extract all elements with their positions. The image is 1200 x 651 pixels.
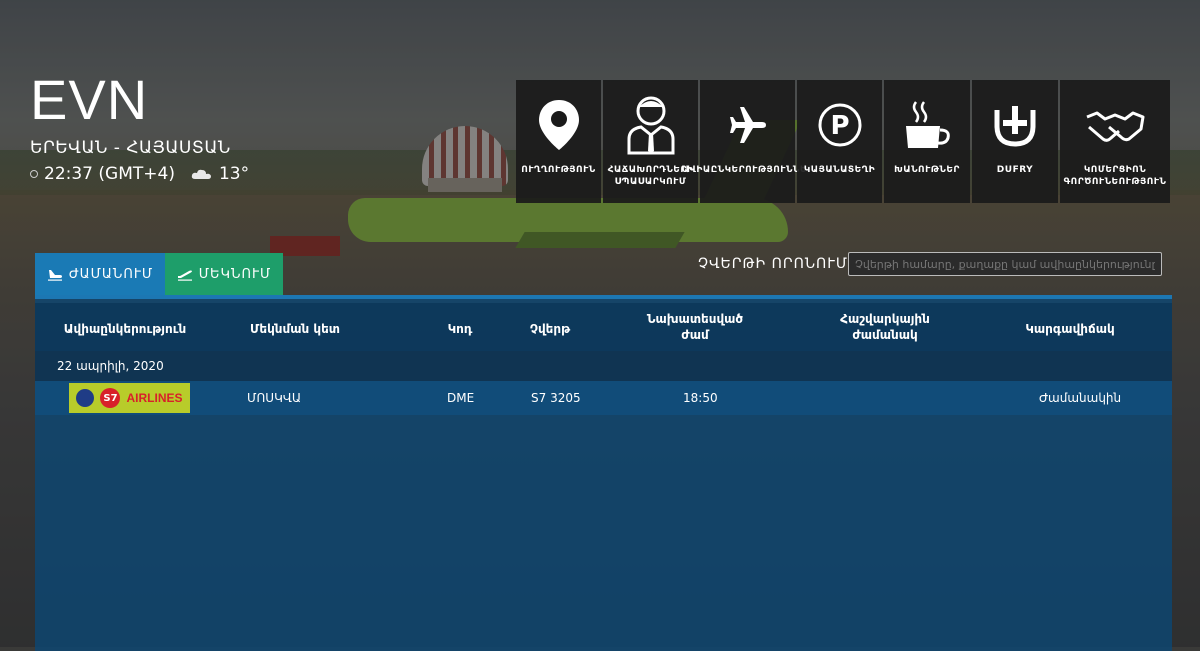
departure-plane-icon	[177, 270, 192, 281]
col-estimated: Հաշվարկային ժամանակ	[840, 312, 930, 342]
flight-search-label: ՉՎԵՐԹԻ ՈՐՈՆՈՒՄ	[698, 256, 848, 272]
tab-departures[interactable]: ՄԵԿՆՈՒՄ	[165, 253, 283, 295]
local-time-weather: 22:37 (GMT+4) 13°	[30, 164, 249, 184]
svg-text:P: P	[830, 111, 849, 141]
local-time: 22:37 (GMT+4)	[44, 164, 175, 184]
flight-search-input[interactable]	[848, 252, 1162, 276]
row-scheduled: 18:50	[683, 391, 718, 405]
table-row[interactable]: S7 AIRLINES ՄՈՍԿՎԱ DME S7 3205 18:50 Ժամ…	[35, 381, 1172, 415]
oneworld-logo-icon	[76, 389, 95, 407]
service-airlines[interactable]: ԱՎԻԱԸՆԿԵՐՈՒԹՅՈՒՆՆԵՐ	[682, 80, 813, 203]
date-group-header: 22 ապրիլի, 2020	[35, 351, 1172, 381]
col-airline: Ավիաընկերություն	[63, 322, 187, 336]
flight-date: 22 ապրիլի, 2020	[57, 359, 164, 373]
cloud-icon	[191, 169, 211, 179]
s7-wordmark: AIRLINES	[126, 391, 183, 405]
airport-code: EVN	[30, 68, 149, 131]
tab-departures-label: ՄԵԿՆՈՒՄ	[198, 266, 272, 282]
service-menu: ՈՒՂՂՈՒԹՅՈՒՆ ՀԱՃԱԽՈՐԴՆԵՐԻ ՍՊԱՍԱՐԿՈՒՄ ԱՎԻԱ…	[516, 80, 1170, 203]
service-parking[interactable]: P ԿԱՅԱՆԱՏԵՂԻ	[797, 80, 882, 203]
row-origin: ՄՈՍԿՎԱ	[247, 391, 302, 405]
dufry-icon	[992, 94, 1038, 156]
s7-airlines-logo: S7 AIRLINES	[69, 383, 190, 413]
tab-arrivals-label: ԺԱՄԱՆՈՒՄ	[68, 266, 154, 282]
airport-header: EVN ԵՐԵՎԱՆ - ՀԱՅԱՍՏԱՆ 22:37 (GMT+4) 13°	[30, 72, 249, 184]
col-origin: Մեկնման կետ	[250, 322, 340, 336]
service-passenger-care[interactable]: ՀԱՃԱԽՈՐԴՆԵՐԻ ՍՊԱՍԱՐԿՈՒՄ	[603, 80, 698, 203]
col-flight: Չվերթ	[529, 322, 571, 336]
service-dufry[interactable]: DUFRY	[972, 80, 1058, 203]
table-header: Ավիաընկերություն Մեկնման կետ Կոդ Չվերթ Ն…	[35, 303, 1172, 351]
row-code: DME	[447, 391, 475, 405]
row-flight: S7 3205	[531, 391, 581, 405]
s7-mark: S7	[100, 388, 121, 408]
arrival-plane-icon	[47, 270, 62, 281]
service-shops[interactable]: ԽԱՆՈՒԹՆԵՐ	[884, 80, 970, 203]
map-pin-icon	[537, 94, 581, 156]
airplane-icon	[726, 94, 770, 156]
col-status: Կարգավիճակ	[1025, 322, 1115, 336]
service-directions[interactable]: ՈՒՂՂՈՒԹՅՈՒՆ	[516, 80, 601, 203]
parking-icon: P	[817, 94, 863, 156]
person-tie-icon	[625, 94, 677, 156]
temperature: 13°	[218, 164, 250, 184]
service-commercial[interactable]: ԿՈՄԵՐՑԻՈՆ ԳՈՐԾՈՒՆԵՈՒԹՅՈՒՆ	[1060, 80, 1170, 203]
handshake-icon	[1085, 94, 1145, 156]
flight-board: Ավիաընկերություն Մեկնման կետ Կոդ Չվերթ Ն…	[35, 295, 1172, 651]
clock-icon	[30, 170, 38, 178]
coffee-cup-icon	[902, 94, 952, 156]
row-status: Ժամանակին	[1039, 391, 1122, 405]
airport-city: ԵՐԵՎԱՆ - ՀԱՅԱՍՏԱՆ	[30, 138, 231, 158]
col-code: Կոդ	[447, 322, 473, 336]
col-scheduled: Նախատեսված ժամ	[646, 312, 744, 342]
tab-arrivals[interactable]: ԺԱՄԱՆՈՒՄ	[35, 253, 165, 295]
